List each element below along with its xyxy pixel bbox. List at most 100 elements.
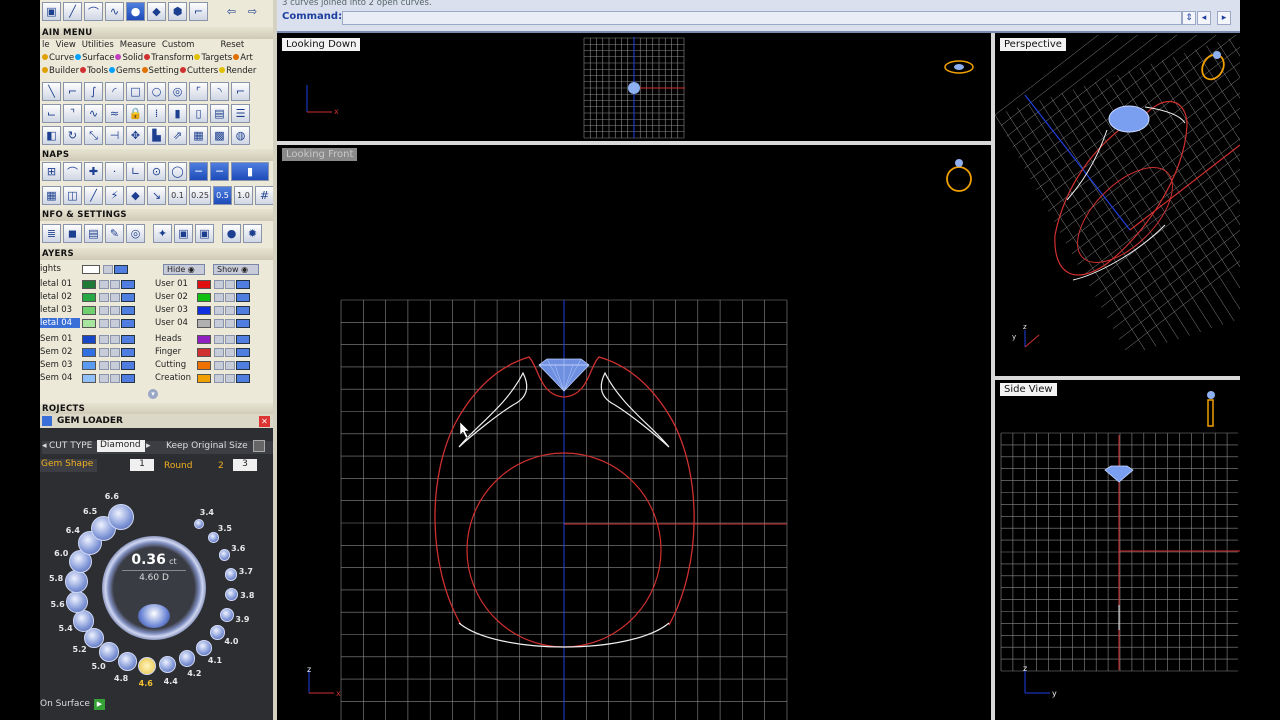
lights-swatch[interactable] — [82, 264, 100, 274]
gem-size-option[interactable] — [64, 569, 88, 593]
snap-circle-icon[interactable]: ◯ — [168, 162, 187, 181]
curve-edit-tool-icon[interactable]: ⌐ — [231, 82, 250, 101]
gem-size-option[interactable] — [99, 642, 120, 662]
layer-color-swatch[interactable] — [197, 373, 211, 383]
layer-row[interactable]: User 01 — [155, 278, 250, 290]
keep-original-size-checkbox[interactable] — [253, 440, 265, 452]
layer-row[interactable]: letal 03 — [40, 304, 135, 316]
layer-color-swatch[interactable] — [82, 347, 96, 357]
lock-icon[interactable] — [99, 305, 109, 315]
document-icon[interactable]: ▤ — [84, 224, 103, 243]
history-back-icon[interactable]: ◂ — [1197, 11, 1211, 25]
category2-1[interactable]: Tools — [80, 66, 108, 76]
lights-layer[interactable]: ights — [40, 263, 128, 275]
fillet-tool-icon[interactable]: ◝ — [210, 82, 229, 101]
curve-icon[interactable]: ∿ — [105, 2, 124, 21]
lock-icon[interactable] — [225, 360, 235, 370]
gem-size-option[interactable] — [196, 639, 212, 656]
layer-row[interactable]: User 04 — [155, 317, 250, 329]
show-button[interactable]: Show ◉ — [213, 264, 259, 275]
menu-custom[interactable]: Custom — [162, 40, 195, 51]
lock-icon[interactable] — [225, 334, 235, 344]
cut-type-next-icon[interactable]: ▸ — [146, 441, 151, 451]
collapse-chevron-icon[interactable]: ▾ — [148, 389, 158, 399]
viewport-looking-front[interactable]: z x Looking Front — [277, 145, 991, 720]
viewport-title-side[interactable]: Side View — [1000, 383, 1057, 396]
window-b-icon[interactable]: ▣ — [195, 224, 214, 243]
layer-color-swatch[interactable] — [197, 292, 211, 302]
circle-tool-icon[interactable]: ○ — [147, 82, 166, 101]
menu-reset[interactable]: Reset — [220, 40, 244, 51]
menu-file[interactable]: le — [42, 40, 50, 51]
command-spin-icon[interactable]: ⇕ — [1182, 11, 1196, 25]
layer-color-swatch[interactable] — [82, 305, 96, 315]
ring-front-icon[interactable] — [946, 159, 972, 192]
gem-size-option[interactable] — [220, 607, 235, 622]
wave2-tool-icon[interactable]: ≈ — [105, 104, 124, 123]
ring-settings-icon[interactable]: ◎ — [126, 224, 145, 243]
mirror-tool-icon[interactable]: ◧ — [42, 126, 61, 145]
layer-row[interactable]: letal 04 — [40, 317, 135, 329]
ring-perspective-icon[interactable] — [1198, 51, 1228, 84]
gem-size-option[interactable] — [72, 610, 94, 632]
polyline-tool-icon[interactable]: ⌐ — [63, 82, 82, 101]
sphere-icon[interactable]: ● — [126, 2, 145, 21]
flow-tool-icon[interactable]: ⇗ — [168, 126, 187, 145]
array-tool-icon[interactable]: ▦ — [189, 126, 208, 145]
snap-angle-icon[interactable]: ∟ — [126, 162, 145, 181]
layer-row[interactable]: User 03 — [155, 304, 250, 316]
gem-size-option[interactable] — [210, 625, 226, 641]
layer-row[interactable]: Finger — [155, 346, 250, 358]
lock-tool-icon[interactable]: 🔒 — [126, 104, 145, 123]
lock-icon[interactable] — [99, 292, 109, 302]
layer-color-swatch[interactable] — [197, 279, 211, 289]
snap-grid2-icon[interactable]: ▦ — [42, 186, 61, 205]
snap-plane-icon[interactable]: ◆ — [126, 186, 145, 205]
move-tool-icon[interactable]: ✥ — [126, 126, 145, 145]
bend-icon[interactable]: ⌐ — [189, 2, 208, 21]
snap-wand-icon[interactable]: ⚡ — [105, 186, 124, 205]
viewport-title-top[interactable]: Looking Down — [282, 38, 361, 51]
grid-tool-icon[interactable]: ▩ — [210, 126, 229, 145]
snap-value-10[interactable]: 1.0 — [234, 186, 253, 205]
brush-icon[interactable]: ✦ — [153, 224, 172, 243]
category-4[interactable]: Targets — [194, 53, 232, 63]
visibility-icon[interactable] — [121, 279, 135, 289]
visibility-icon[interactable] — [121, 360, 135, 370]
history-forward-icon[interactable]: ▸ — [1217, 11, 1231, 25]
gem-size-option[interactable] — [218, 549, 231, 561]
layer-color-swatch[interactable] — [82, 373, 96, 383]
snap-diagonal-icon[interactable]: ╱ — [84, 186, 103, 205]
layer-color-swatch[interactable] — [197, 318, 211, 328]
visibility-icon[interactable] — [236, 334, 250, 344]
surface-icon[interactable]: ◆ — [147, 2, 166, 21]
gem-size-option[interactable] — [108, 504, 135, 531]
layer-color-swatch[interactable] — [82, 318, 96, 328]
visibility-icon[interactable] — [236, 373, 250, 383]
lock-icon[interactable] — [99, 347, 109, 357]
gem-size-option[interactable] — [178, 650, 196, 667]
visibility-icon[interactable] — [236, 292, 250, 302]
select-icon[interactable]: ▣ — [42, 2, 61, 21]
snap-grid-icon[interactable]: ⊞ — [42, 162, 61, 181]
book-tool-icon[interactable]: ▯ — [189, 104, 208, 123]
snap-cube-icon[interactable]: ◫ — [63, 186, 82, 205]
lock-icon[interactable] — [225, 318, 235, 328]
snap-cross-icon[interactable]: ✚ — [84, 162, 103, 181]
lock-icon[interactable] — [99, 279, 109, 289]
gem-size-option[interactable] — [117, 651, 137, 671]
visibility-icon[interactable] — [236, 305, 250, 315]
rotate-tool-icon[interactable]: ↻ — [63, 126, 82, 145]
offset-tool-icon[interactable]: ⌙ — [42, 104, 61, 123]
lock-icon[interactable] — [110, 318, 120, 328]
visibility-icon[interactable] — [121, 305, 135, 315]
lock-icon[interactable] — [110, 334, 120, 344]
lock-icon[interactable] — [214, 373, 224, 383]
category-0[interactable]: Curve — [42, 53, 74, 63]
layer-color-swatch[interactable] — [82, 292, 96, 302]
lock-icon[interactable] — [99, 360, 109, 370]
visibility-icon[interactable] — [121, 347, 135, 357]
viewport-title-front[interactable]: Looking Front — [282, 148, 358, 161]
lock-icon[interactable] — [214, 347, 224, 357]
ellipse-tool-icon[interactable]: ◎ — [168, 82, 187, 101]
